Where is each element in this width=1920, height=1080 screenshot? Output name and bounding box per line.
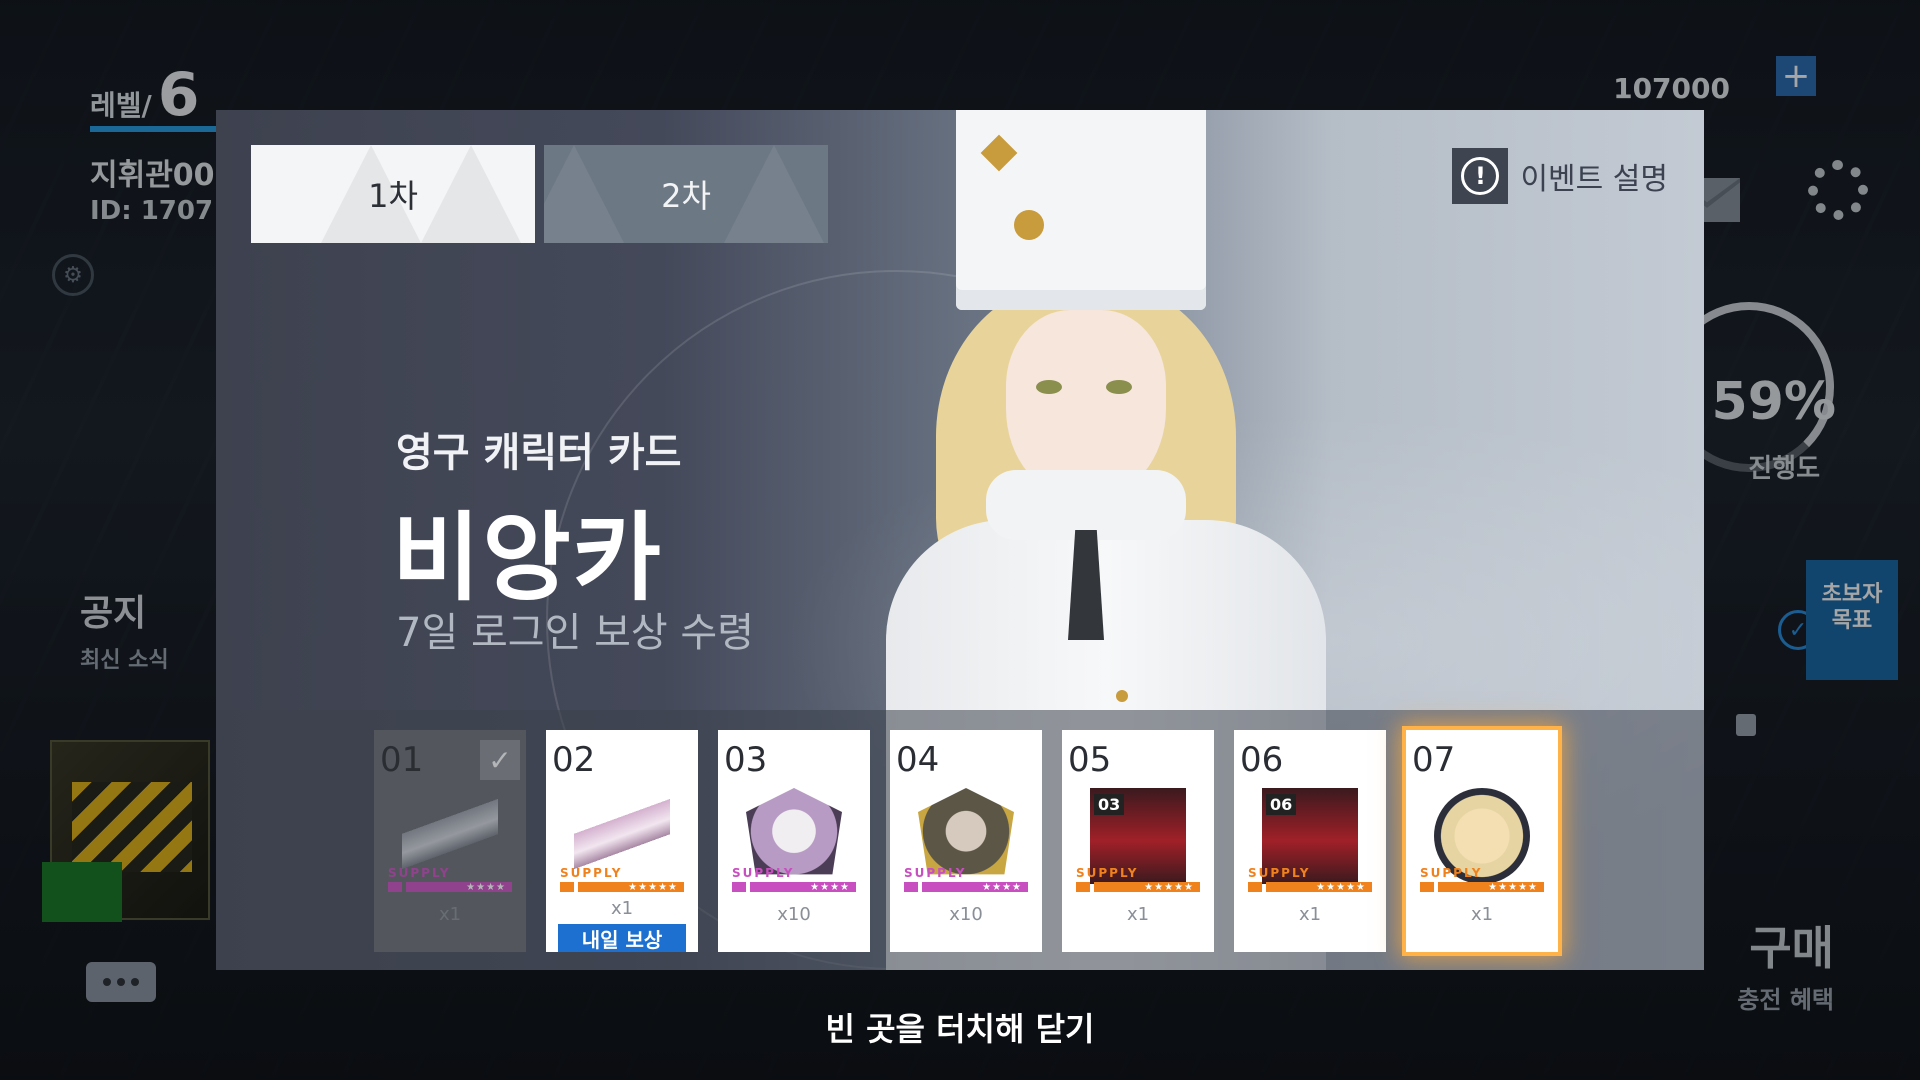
close-hint: 빈 곳을 터치해 닫기 <box>825 1010 1095 1048</box>
day-number: 06 <box>1240 740 1284 780</box>
rarity-stars: ★★★★ <box>732 882 856 893</box>
reward-card-day-06[interactable]: 06 06 SUPPLY ★★★★★ x1 <box>1234 730 1386 952</box>
rarity-stars: ★★★★★ <box>560 882 684 893</box>
rarity-stars: ★★★★ <box>904 882 1028 893</box>
supply-label: SUPPLY <box>1076 866 1139 880</box>
reward-quantity: x10 <box>777 904 811 925</box>
weapon-icon <box>402 788 498 884</box>
rarity-stars: ★★★★★ <box>1076 882 1200 893</box>
event-info-button[interactable]: ! 이벤트 설명 <box>1452 148 1668 204</box>
tab-phase-2[interactable]: 2차 <box>544 145 828 243</box>
reward-card-day-07[interactable]: 07 SUPPLY ★★★★★ x1 <box>1402 726 1562 956</box>
reward-title: 비앙카 <box>392 502 663 614</box>
day-number: 05 <box>1068 740 1112 780</box>
event-info-label: 이벤트 설명 <box>1520 162 1668 197</box>
rarity-stars: ★★★★ <box>388 882 512 893</box>
reward-card-day-04[interactable]: 04 SUPPLY ★★★★ x10 <box>890 730 1042 952</box>
tab-phase-1-label: 1차 <box>368 177 418 215</box>
reward-description: 7일 로그인 보상 수령 <box>396 610 754 656</box>
reward-card-day-02[interactable]: 02 SUPPLY ★★★★★ x1 내일 보상 <box>546 730 698 952</box>
supply-label: SUPPLY <box>1248 866 1311 880</box>
supply-label: SUPPLY <box>904 866 967 880</box>
day-number: 03 <box>724 740 768 780</box>
supply-label: SUPPLY <box>560 866 623 880</box>
day-number: 02 <box>552 740 596 780</box>
rarity-stars: ★★★★★ <box>1248 882 1372 893</box>
reward-quantity: x1 <box>1470 904 1494 925</box>
day-number: 07 <box>1412 740 1456 780</box>
reward-quantity: x1 <box>1126 904 1150 925</box>
reward-card-day-03[interactable]: 03 SUPPLY ★★★★ x10 <box>718 730 870 952</box>
supply-label: SUPPLY <box>388 866 451 880</box>
reward-quantity: x1 <box>610 898 634 919</box>
tab-phase-1[interactable]: 1차 <box>251 145 535 243</box>
supply-label: SUPPLY <box>732 866 795 880</box>
reward-quantity: x1 <box>1298 904 1322 925</box>
reward-card-list: 01 ✓ SUPPLY ★★★★ x1 02 SUPPLY ★★★★★ x1 내… <box>374 726 1562 956</box>
day-number: 01 <box>380 740 424 780</box>
day-number: 04 <box>896 740 940 780</box>
supply-label: SUPPLY <box>1420 866 1483 880</box>
info-icon: ! <box>1452 148 1509 204</box>
reward-card-day-01[interactable]: 01 ✓ SUPPLY ★★★★ x1 <box>374 730 526 952</box>
reward-card-day-05[interactable]: 05 03 SUPPLY ★★★★★ x1 <box>1062 730 1214 952</box>
reward-quantity: x1 <box>438 904 462 925</box>
login-reward-popup: 1차 2차 ! 이벤트 설명 영구 캐릭터 카드 비앙카 7일 로그인 보상 수… <box>216 110 1704 970</box>
claimed-check-icon: ✓ <box>480 740 520 780</box>
reward-subtitle: 영구 캐릭터 카드 <box>396 430 682 476</box>
rarity-stars: ★★★★★ <box>1420 882 1544 893</box>
reward-quantity: x10 <box>949 904 983 925</box>
tomorrow-reward-badge: 내일 보상 <box>558 924 686 952</box>
tab-phase-2-label: 2차 <box>661 177 711 215</box>
